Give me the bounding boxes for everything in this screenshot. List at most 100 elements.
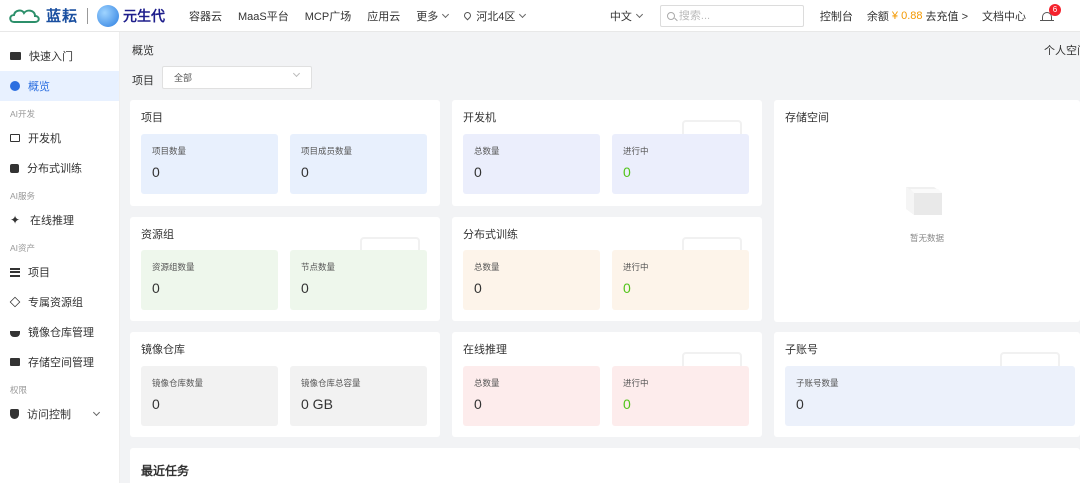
- search-icon: [666, 12, 675, 20]
- nav-maas[interactable]: MaaS平台: [230, 8, 297, 24]
- stat-inference-running[interactable]: 进行中 0: [612, 366, 749, 426]
- sidebar-item-overview[interactable]: 概览: [0, 71, 119, 101]
- stat-value: 0: [474, 280, 482, 296]
- sidebar-item-image-repo[interactable]: 镜像仓库管理: [0, 317, 119, 347]
- breadcrumb: 概览: [132, 45, 154, 57]
- stat-inference-total[interactable]: 总数量 0: [463, 366, 600, 426]
- book-icon: [10, 52, 21, 60]
- stat-value: 0: [623, 164, 631, 180]
- stat-value: 0 GB: [301, 396, 333, 412]
- card-title: 存储空间: [785, 112, 829, 124]
- search-box[interactable]: [659, 5, 804, 27]
- sidebar-item-label: 在线推理: [30, 215, 74, 227]
- chevron-down-icon: [635, 10, 643, 19]
- bell-icon[interactable]: 6: [1040, 4, 1061, 23]
- search-input[interactable]: [678, 10, 789, 22]
- sidebar-item-label: 镜像仓库管理: [28, 327, 94, 339]
- project-filter-label: 项目: [132, 75, 154, 87]
- chevron-down-icon: [442, 10, 450, 18]
- stat-image-repo-count[interactable]: 镜像仓库数量 0: [141, 366, 278, 426]
- card-title: 资源组: [141, 229, 174, 241]
- card-title: 镜像仓库: [141, 344, 185, 356]
- console-link[interactable]: 控制台: [820, 8, 853, 24]
- sidebar-group-ai-assets: AI资产: [10, 243, 36, 253]
- sidebar-item-label: 开发机: [28, 133, 61, 145]
- main-content: 概览 个人空间 项目 全部 项目 项目数量 0 项目成员数量 0 开发机 总数量…: [121, 32, 1080, 483]
- sidebar-item-resource-group[interactable]: 专属资源组: [0, 287, 119, 317]
- region-selector[interactable]: 河北4区: [456, 8, 533, 24]
- sidebar-group-permission: 权限: [10, 385, 28, 395]
- devmachine-card: 开发机 总数量 0 进行中 0: [452, 100, 762, 206]
- recent-tasks-card: 最近任务: [130, 448, 1080, 483]
- card-title: 分布式训练: [463, 229, 518, 241]
- storage-card: 存储空间 暂无数据: [774, 100, 1080, 322]
- stat-project-member-count[interactable]: 项目成员数量 0: [290, 134, 427, 194]
- project-card: 项目 项目数量 0 项目成员数量 0: [130, 100, 440, 206]
- stat-label: 镜像仓库数量: [152, 378, 204, 388]
- card-title: 在线推理: [463, 344, 507, 356]
- cloud-logo-icon: [9, 9, 40, 23]
- training-card: 分布式训练 总数量 0 进行中 0: [452, 217, 762, 321]
- chip-icon: [10, 163, 19, 173]
- logo[interactable]: 蓝耘 元生代: [0, 4, 166, 27]
- recharge-link[interactable]: 去充值 >: [926, 8, 968, 24]
- stat-label: 总数量: [474, 378, 500, 388]
- sidebar-item-storage[interactable]: 存储空间管理: [0, 347, 119, 377]
- stat-value: 0: [474, 164, 482, 180]
- chevron-down-icon: [519, 10, 527, 18]
- project-filter-select[interactable]: 全部: [162, 66, 312, 89]
- top-navbar: 蓝耘 元生代 容器云 MaaS平台 MCP广场 应用云 更多 河北4区 中文 控…: [0, 0, 1080, 32]
- docs-center-link[interactable]: 文档中心: [982, 8, 1026, 24]
- nav-mcp[interactable]: MCP广场: [297, 8, 359, 24]
- logo-primary-text: 蓝耘: [46, 8, 79, 25]
- stat-value: 0: [152, 396, 160, 412]
- stat-devmachine-running[interactable]: 进行中 0: [612, 134, 749, 194]
- stat-image-repo-capacity[interactable]: 镜像仓库总容量 0 GB: [290, 366, 427, 426]
- empty-box-icon: [906, 187, 942, 215]
- top-right-area: 中文 控制台 余额 ¥ 0.88 去充值 > 文档中心 6: [610, 0, 1080, 32]
- stat-training-total[interactable]: 总数量 0: [463, 250, 600, 310]
- stat-node-count[interactable]: 节点数量 0: [290, 250, 427, 310]
- stat-label: 项目数量: [152, 146, 187, 156]
- sidebar-group-ai-dev: AI开发: [10, 109, 36, 119]
- balance-label: 余额: [866, 11, 889, 23]
- nav-container-cloud[interactable]: 容器云: [181, 8, 230, 24]
- stat-value: 0: [152, 164, 160, 180]
- sidebar-item-access-control[interactable]: 访问控制: [0, 399, 119, 429]
- sidebar-item-project[interactable]: 项目: [0, 257, 119, 287]
- stat-resource-group-count[interactable]: 资源组数量 0: [141, 250, 278, 310]
- stat-label: 进行中: [623, 262, 649, 272]
- sidebar-item-label: 概览: [28, 81, 50, 93]
- nav-more[interactable]: 更多: [408, 8, 456, 24]
- nav-app-cloud[interactable]: 应用云: [359, 8, 408, 24]
- stat-devmachine-total[interactable]: 总数量 0: [463, 134, 600, 194]
- stat-label: 进行中: [623, 378, 649, 388]
- personal-space-link[interactable]: 个人空间: [1044, 42, 1080, 58]
- logo-secondary-text: 元生代: [123, 7, 166, 24]
- sidebar-item-distributed-training[interactable]: 分布式训练: [0, 153, 119, 183]
- stat-training-running[interactable]: 进行中 0: [612, 250, 749, 310]
- sidebar-item-dev-machine[interactable]: 开发机: [0, 123, 119, 153]
- stat-value: 0: [301, 164, 309, 180]
- shield-icon: [10, 409, 19, 419]
- notification-badge: 6: [1049, 4, 1061, 16]
- balance-area: 余额 ¥ 0.88 去充值 >: [867, 8, 968, 24]
- card-title: 子账号: [785, 344, 818, 356]
- sidebar-item-quick-start[interactable]: 快速入门: [0, 41, 119, 71]
- bell-base: [1040, 20, 1054, 21]
- stat-subaccount-count[interactable]: 子账号数量 0: [785, 366, 1075, 426]
- language-selector[interactable]: 中文: [610, 8, 643, 24]
- stat-label: 资源组数量: [152, 262, 195, 272]
- sidebar-item-online-inference[interactable]: ✦ 在线推理: [0, 205, 119, 235]
- sidebar-item-label: 专属资源组: [28, 297, 83, 309]
- stat-value: 0: [623, 396, 631, 412]
- region-label: 河北4区: [476, 10, 516, 23]
- sidebar-item-label: 存储空间管理: [28, 357, 94, 369]
- recent-tasks-title: 最近任务: [141, 464, 190, 478]
- sidebar-group-ai-service: AI服务: [10, 191, 36, 201]
- image-repo-card: 镜像仓库 镜像仓库数量 0 镜像仓库总容量 0 GB: [130, 332, 440, 437]
- stat-project-count[interactable]: 项目数量 0: [141, 134, 278, 194]
- stat-label: 项目成员数量: [301, 146, 353, 156]
- sidebar: 快速入门 概览 AI开发 开发机 分布式训练 AI服务 ✦ 在线推理 AI资产 …: [0, 32, 120, 483]
- nav-more-label: 更多: [416, 10, 439, 23]
